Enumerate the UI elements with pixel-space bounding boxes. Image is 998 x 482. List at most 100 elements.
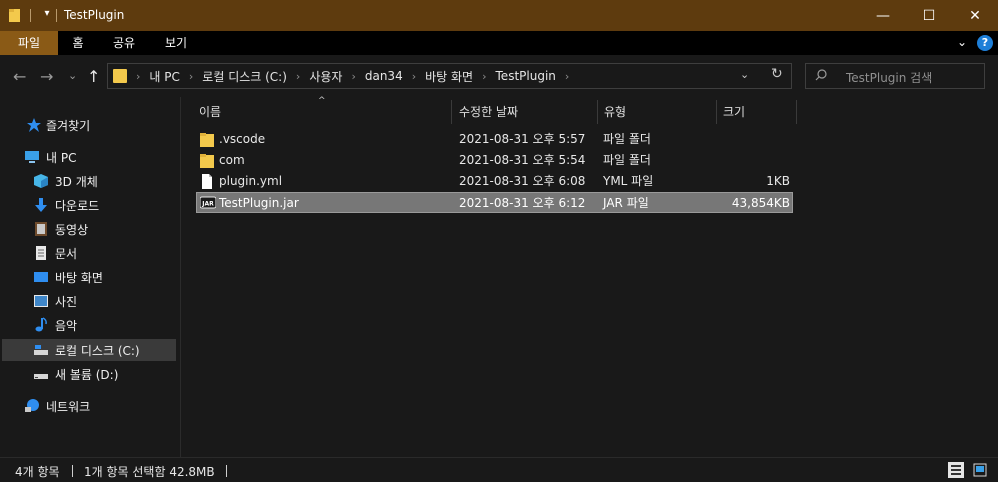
forward-button[interactable]: → [40, 67, 53, 86]
breadcrumb-item-current[interactable]: TestPlugin [496, 69, 556, 83]
tab-view[interactable]: 보기 [152, 31, 200, 55]
breadcrumb-item-local-disk[interactable]: 로컬 디스크 (C:) [202, 68, 287, 85]
column-separator[interactable] [597, 100, 598, 124]
sidebar-item-documents[interactable]: 문서 [0, 242, 176, 264]
sidebar-item-new-volume-d[interactable]: 새 볼륨 (D:) [0, 363, 176, 385]
file-name[interactable]: plugin.yml [219, 171, 282, 192]
picture-icon [34, 295, 48, 307]
breadcrumb-chevron-icon[interactable]: › [351, 70, 355, 83]
address-bar[interactable]: › 내 PC › 로컬 디스크 (C:) › 사용자 › dan34 › 바탕 … [107, 63, 792, 89]
sidebar-item-label: 문서 [55, 246, 78, 261]
sidebar-item-desktop[interactable]: 바탕 화면 [0, 266, 176, 288]
column-separator[interactable] [796, 100, 797, 124]
tab-home[interactable]: 홈 [58, 31, 98, 55]
search-icon [815, 69, 827, 81]
breadcrumb-item-users[interactable]: 사용자 [309, 68, 342, 85]
up-button[interactable]: ↑ [87, 67, 100, 86]
file-date: 2021-08-31 오후 5:54 [459, 153, 586, 167]
column-header-size[interactable]: 크기 [723, 100, 745, 124]
close-button[interactable]: ✕ [952, 0, 998, 31]
folder-icon [200, 154, 214, 168]
sidebar-item-videos[interactable]: 동영상 [0, 218, 176, 240]
sidebar-item-label: 네트워크 [46, 399, 91, 414]
file-date: 2021-08-31 오후 6:12 [459, 196, 586, 210]
table-row[interactable]: .vscode 2021-08-31 오후 5:57 파일 폴더 [196, 129, 793, 150]
title-separator [30, 9, 31, 22]
breadcrumb-chevron-icon[interactable]: › [482, 70, 486, 83]
help-icon[interactable]: ? [977, 35, 993, 51]
file-size: 1KB [766, 174, 790, 188]
file-date: 2021-08-31 오후 5:57 [459, 132, 586, 146]
refresh-icon[interactable]: ↻ [771, 66, 783, 82]
svg-text:JAR: JAR [201, 201, 214, 208]
breadcrumb-chevron-icon[interactable]: › [136, 70, 140, 83]
status-bar: 4개 항목 1개 항목 선택함 42.8MB [0, 457, 998, 482]
sidebar-item-label: 음악 [55, 318, 78, 333]
sidebar-item-3d-objects[interactable]: 3D 개체 [0, 170, 176, 192]
ribbon-tabs: 파일 홈 공유 보기 ⌄ [0, 31, 998, 55]
file-type: JAR 파일 [603, 196, 649, 210]
sidebar-item-label: 내 PC [46, 150, 77, 165]
quick-access-dropdown-icon[interactable]: ▾ [40, 6, 54, 22]
table-row[interactable]: plugin.yml 2021-08-31 오후 6:08 YML 파일 1KB [196, 171, 793, 192]
sidebar-item-music[interactable]: 음악 [0, 314, 176, 336]
search-box[interactable]: TestPlugin 검색 [805, 63, 985, 89]
file-name[interactable]: .vscode [219, 129, 265, 150]
file-type: YML 파일 [603, 174, 654, 188]
ribbon-expand-icon[interactable]: ⌄ [957, 35, 967, 49]
large-icons-view-icon[interactable] [972, 462, 988, 478]
sidebar-item-network[interactable]: 네트워크 [0, 395, 176, 417]
breadcrumb-chevron-icon[interactable]: › [296, 70, 300, 83]
column-separator[interactable] [451, 100, 452, 124]
sidebar-item-label: 다운로드 [55, 198, 100, 213]
back-button[interactable]: ← [13, 67, 26, 86]
breadcrumb-chevron-icon[interactable]: › [412, 70, 416, 83]
details-view-icon[interactable] [948, 462, 964, 478]
file-date: 2021-08-31 오후 6:08 [459, 174, 586, 188]
tab-file[interactable]: 파일 [0, 31, 58, 55]
column-separator[interactable] [716, 100, 717, 124]
download-icon [35, 198, 47, 212]
breadcrumb-chevron-icon[interactable]: › [565, 70, 569, 83]
folder-icon [113, 69, 127, 83]
desktop-icon [34, 272, 48, 282]
sidebar-item-label: 3D 개체 [55, 174, 98, 189]
sort-ascending-icon: ^ [318, 96, 326, 106]
jar-icon: JAR [200, 196, 216, 209]
network-icon [25, 399, 39, 412]
music-icon [35, 317, 47, 332]
sidebar-item-local-disk-c[interactable]: 로컬 디스크 (C:) [2, 339, 176, 361]
file-type: 파일 폴더 [603, 153, 651, 167]
file-size [716, 129, 790, 150]
maximize-button[interactable]: ☐ [906, 0, 952, 31]
sidebar-item-label: 바탕 화면 [55, 270, 103, 285]
search-input[interactable]: TestPlugin 검색 [846, 69, 932, 86]
table-row[interactable]: JAR TestPlugin.jar 2021-08-31 오후 6:12 JA… [196, 192, 793, 213]
drive-icon [34, 345, 48, 355]
breadcrumb-item-user[interactable]: dan34 [365, 69, 403, 83]
folder-icon[interactable] [8, 7, 22, 23]
sidebar-item-downloads[interactable]: 다운로드 [0, 194, 176, 216]
recent-locations-button[interactable]: ⌄ [68, 69, 77, 82]
status-separator [72, 465, 73, 477]
sidebar-item-label: 새 볼륨 (D:) [55, 367, 119, 382]
sidebar-item-quick-access[interactable]: 즐겨찾기 [0, 114, 176, 136]
file-name[interactable]: com [219, 150, 245, 171]
breadcrumb-item-this-pc[interactable]: 내 PC [149, 68, 179, 85]
sidebar-item-pictures[interactable]: 사진 [0, 290, 176, 312]
window-title: TestPlugin [64, 8, 125, 22]
column-header-date[interactable]: 수정한 날짜 [459, 100, 518, 124]
sidebar-item-this-pc[interactable]: 내 PC [0, 146, 176, 168]
minimize-button[interactable]: — [860, 0, 906, 31]
breadcrumb-chevron-icon[interactable]: › [189, 70, 193, 83]
column-header-name[interactable]: 이름 [199, 100, 221, 124]
table-row[interactable]: com 2021-08-31 오후 5:54 파일 폴더 [196, 150, 793, 171]
column-header-type[interactable]: 유형 [604, 100, 626, 124]
tab-share[interactable]: 공유 [100, 31, 148, 55]
address-dropdown-icon[interactable]: ⌄ [740, 68, 749, 81]
star-icon [27, 118, 41, 132]
file-name[interactable]: TestPlugin.jar [219, 193, 299, 214]
sidebar-item-label: 사진 [55, 294, 78, 309]
breadcrumb-item-desktop[interactable]: 바탕 화면 [425, 68, 473, 85]
cube-icon [34, 174, 48, 188]
